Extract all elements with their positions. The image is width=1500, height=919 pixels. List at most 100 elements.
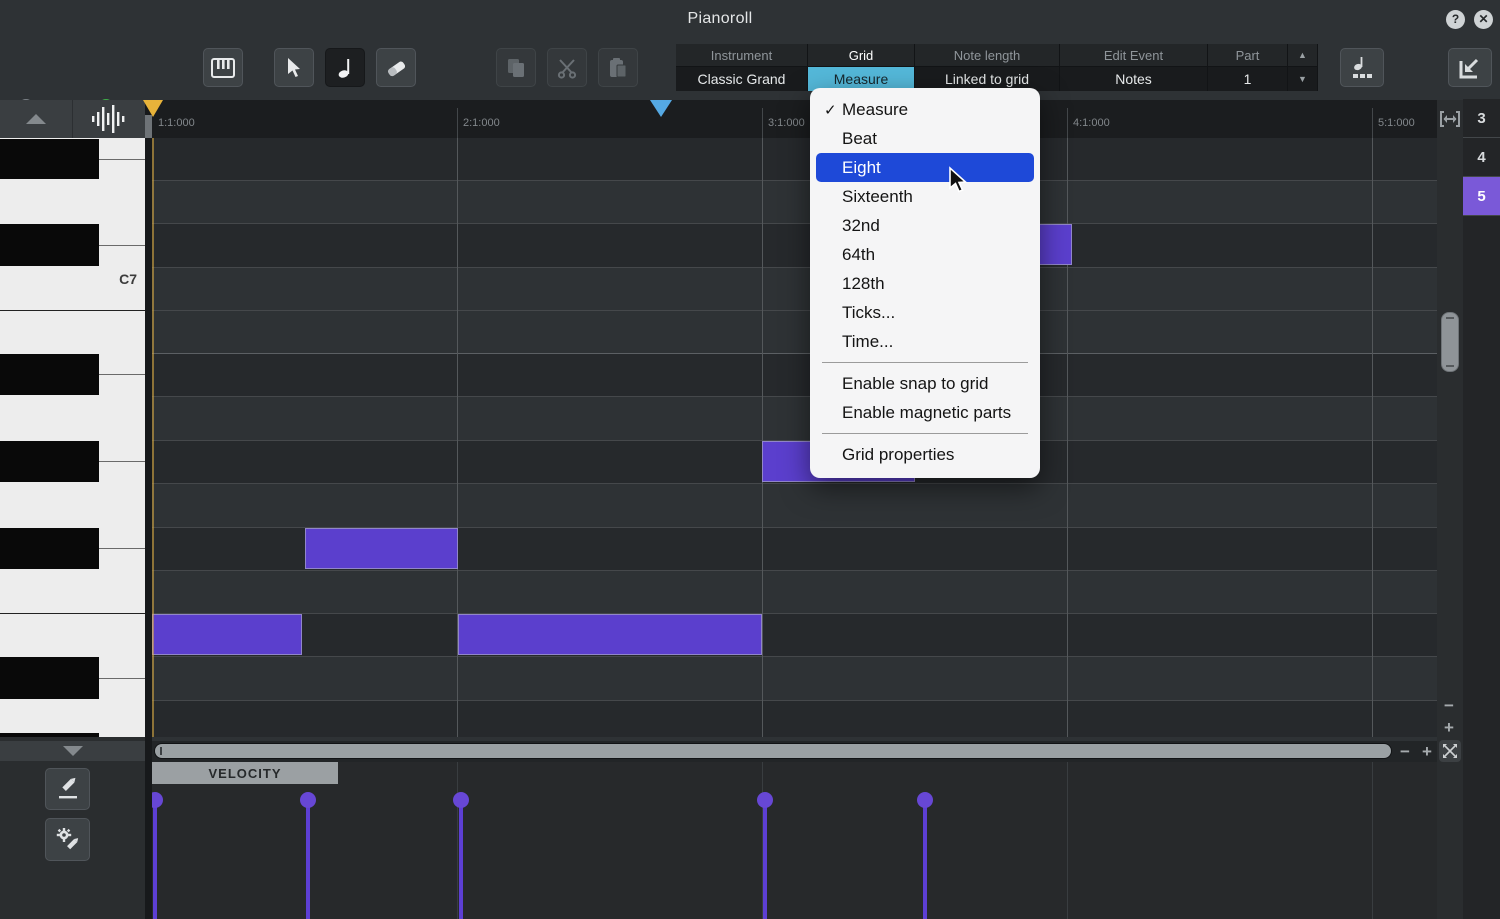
ruler-measure-tick <box>762 108 763 138</box>
menu-item-enable-magnetic-parts[interactable]: Enable magnetic parts <box>816 398 1034 427</box>
menu-item-eight[interactable]: Eight <box>816 153 1034 182</box>
scissors-icon <box>556 57 578 79</box>
hscroll-row: − + <box>152 741 1437 762</box>
menu-item-sixteenth[interactable]: Sixteenth <box>816 182 1034 211</box>
fit-width-button[interactable] <box>1439 108 1461 135</box>
menu-item-grid-properties[interactable]: Grid properties <box>816 440 1034 469</box>
part-tabs-column: 345 <box>1463 99 1500 919</box>
eraser-tool-button[interactable] <box>376 48 416 87</box>
grid-dropdown-menu: ✓MeasureBeatEightSixteenth32nd64th128thT… <box>810 88 1040 478</box>
paste-button[interactable] <box>598 48 638 87</box>
settings-value-part[interactable]: 1 <box>1208 67 1288 91</box>
velocity-dot[interactable] <box>453 792 469 808</box>
eraser-icon <box>384 58 408 78</box>
menu-item-ticks-[interactable]: Ticks... <box>816 298 1034 327</box>
part-tab-5[interactable]: 5 <box>1463 177 1500 216</box>
mouse-cursor-icon <box>946 166 968 194</box>
waveform-view-button[interactable] <box>73 100 145 138</box>
ruler-label: 2:1:000 <box>463 117 500 129</box>
ruler-label: 4:1:000 <box>1073 117 1110 129</box>
scroll-down-button[interactable] <box>0 741 145 761</box>
note-grid[interactable] <box>152 138 1437 737</box>
keyboard-toggle-button[interactable] <box>203 48 243 87</box>
timeline-ruler[interactable]: 1:1:0002:1:0003:1:0004:1:0005:1:000 <box>152 100 1437 138</box>
grid-row <box>152 570 1437 613</box>
velocity-stem[interactable] <box>459 800 463 919</box>
menu-item-measure[interactable]: ✓Measure <box>816 95 1034 124</box>
velocity-dot[interactable] <box>300 792 316 808</box>
help-button[interactable]: ? <box>1446 10 1465 29</box>
black-key[interactable] <box>0 441 99 482</box>
midi-note-e6[interactable] <box>458 614 762 655</box>
velocity-dot[interactable] <box>757 792 773 808</box>
copy-button[interactable] <box>496 48 536 87</box>
part-tab-4[interactable]: 4 <box>1463 138 1500 177</box>
midi-note-f#6[interactable] <box>305 528 458 569</box>
velocity-stem[interactable] <box>763 800 767 919</box>
playhead-marker-icon[interactable] <box>143 100 163 117</box>
velocity-measure-line <box>1067 762 1068 919</box>
velocity-draw-tool-button[interactable] <box>45 768 90 810</box>
menu-item-128th[interactable]: 128th <box>816 269 1034 298</box>
menu-item-time-[interactable]: Time... <box>816 327 1034 356</box>
note-icon <box>336 56 354 80</box>
horizontal-zoom-out-button[interactable]: − <box>1400 742 1410 762</box>
horizontal-zoom-in-button[interactable]: + <box>1422 742 1432 762</box>
menu-item-enable-snap-to-grid[interactable]: Enable snap to grid <box>816 369 1034 398</box>
velocity-stem[interactable] <box>923 800 927 919</box>
menu-separator <box>822 433 1028 434</box>
grid-row <box>152 353 1437 396</box>
white-key-edge-separator <box>99 461 145 462</box>
velocity-stem[interactable] <box>153 800 157 919</box>
midi-note-e6[interactable] <box>152 614 302 655</box>
close-button[interactable]: ✕ <box>1474 10 1493 29</box>
piano-keyboard[interactable]: C7 <box>0 138 145 737</box>
close-icon: ✕ <box>1478 12 1488 26</box>
white-key-edge-separator <box>99 245 145 246</box>
menu-item-label: 32nd <box>842 216 880 236</box>
black-key[interactable] <box>0 139 99 179</box>
menu-item-beat[interactable]: Beat <box>816 124 1034 153</box>
keyboard-header <box>0 100 145 138</box>
piano-keys-icon <box>211 58 235 78</box>
settings-header-instrument: Instrument <box>676 44 808 67</box>
black-key[interactable] <box>0 528 99 569</box>
left-bottom-panel <box>0 737 145 919</box>
velocity-lane[interactable]: VELOCITY <box>152 762 1437 919</box>
scroll-up-button[interactable] <box>0 100 73 138</box>
note-tool-button[interactable] <box>325 48 365 87</box>
select-tool-button[interactable] <box>274 48 314 87</box>
fullscreen-button[interactable] <box>1439 740 1461 762</box>
import-to-part-button[interactable] <box>1448 48 1492 87</box>
black-key[interactable] <box>0 224 99 266</box>
velocity-settings-tool-button[interactable] <box>45 818 90 861</box>
menu-item-32nd[interactable]: 32nd <box>816 211 1034 240</box>
vertical-zoom-out-button[interactable]: − <box>1444 696 1454 716</box>
menu-item-label: Enable snap to grid <box>842 374 989 394</box>
horizontal-scrollbar-track[interactable] <box>154 743 1392 759</box>
black-key[interactable] <box>0 657 99 699</box>
settings-value-edit-event[interactable]: Notes <box>1060 67 1208 91</box>
cut-button[interactable] <box>547 48 587 87</box>
ruler-label: 1:1:000 <box>158 117 195 129</box>
part-down-button[interactable]: ▼ <box>1288 67 1318 91</box>
part-up-button[interactable]: ▲ <box>1288 44 1318 67</box>
part-tab-3[interactable]: 3 <box>1463 99 1500 138</box>
menu-item-label: Grid properties <box>842 445 954 465</box>
quantize-button[interactable] <box>1340 48 1384 87</box>
velocity-dot[interactable] <box>917 792 933 808</box>
vertical-zoom-in-button[interactable]: + <box>1444 718 1454 738</box>
horizontal-scrollbar-thumb[interactable] <box>155 744 1391 758</box>
settings-header-note-length: Note length <box>915 44 1060 67</box>
velocity-stem[interactable] <box>306 800 310 919</box>
black-key[interactable] <box>0 354 99 395</box>
menu-item-label: Beat <box>842 129 877 149</box>
grid-row <box>152 483 1437 527</box>
edit-cursor-marker-icon[interactable] <box>650 100 672 117</box>
settings-header-part: Part <box>1208 44 1288 67</box>
settings-header-edit-event: Edit Event <box>1060 44 1208 67</box>
vertical-scrollbar[interactable] <box>1441 312 1459 372</box>
menu-item-64th[interactable]: 64th <box>816 240 1034 269</box>
settings-value-instrument[interactable]: Classic Grand <box>676 67 808 91</box>
velocity-dot[interactable] <box>152 792 163 808</box>
